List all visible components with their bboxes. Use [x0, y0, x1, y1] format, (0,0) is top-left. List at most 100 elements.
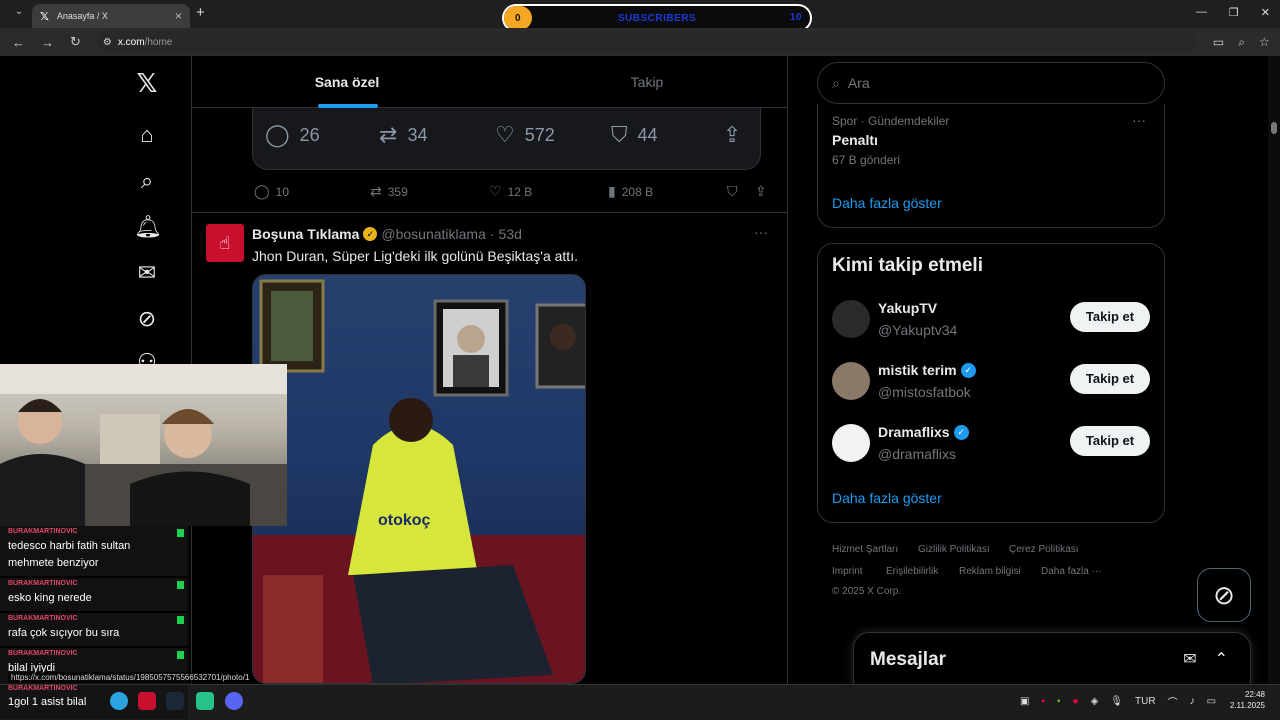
- trends-show-more-link[interactable]: Daha fazla göster: [832, 195, 942, 211]
- bookmark-icon: ⛉: [611, 122, 628, 147]
- tray-steam-icon[interactable]: ◈: [1091, 696, 1099, 707]
- search-input[interactable]: ⌕ Ara: [817, 62, 1165, 104]
- quoted-repost-count: 34: [407, 124, 428, 145]
- maximize-icon[interactable]: ❐: [1229, 6, 1239, 19]
- notifications-bell-icon[interactable]: 🔔︎: [134, 214, 162, 240]
- views-button[interactable]: ▮ 208 B: [608, 183, 653, 200]
- footer-link[interactable]: Imprint: [832, 566, 863, 577]
- post-photo[interactable]: otokoç: [252, 274, 586, 684]
- chat-text: rafa çok sıçıyor bu sıra: [8, 627, 120, 639]
- messages-drawer[interactable]: Mesajlar ✉ ⌃: [853, 632, 1251, 688]
- url-input[interactable]: ⚙ x.com/home: [96, 31, 1197, 53]
- close-window-icon[interactable]: ✕: [1261, 6, 1270, 19]
- post-author-avatar[interactable]: ☝: [206, 224, 244, 262]
- tab-title: Anasayfa / X: [56, 11, 108, 21]
- app-icon[interactable]: [138, 692, 156, 710]
- follow-show-more-link[interactable]: Daha fazla göster: [832, 490, 942, 506]
- footer-link[interactable]: Hizmet Şartları: [832, 544, 898, 555]
- follow-suggestion[interactable]: YakupTV @Yakuptv34 Takip et: [832, 300, 1150, 344]
- new-tab-button[interactable]: +: [196, 4, 205, 21]
- footer-more-link[interactable]: Daha fazla ···: [1041, 566, 1102, 577]
- bookmark-star-icon[interactable]: ☆: [1259, 35, 1270, 50]
- tab-search-icon[interactable]: ⌄: [10, 6, 28, 22]
- reload-icon[interactable]: ↻: [70, 34, 81, 50]
- account-handle: @Yakuptv34: [878, 322, 958, 338]
- trend-name[interactable]: Penaltı: [832, 132, 878, 148]
- discord-app-icon[interactable]: [225, 692, 243, 710]
- clock-time: 22:48: [1244, 690, 1265, 699]
- tray-app-icon[interactable]: ●: [1073, 696, 1079, 707]
- reply-count: 10: [275, 184, 290, 199]
- like-button[interactable]: ♡ 12 B: [489, 183, 532, 200]
- trend-more-icon[interactable]: ···: [1132, 112, 1146, 128]
- follow-suggestion[interactable]: Dramaflixs ✓ @dramaflixs Takip et: [832, 424, 1150, 468]
- footer-link[interactable]: Reklam bilgisi: [959, 566, 1021, 577]
- url-host: x.com: [117, 36, 145, 48]
- zoom-icon[interactable]: ⌕: [1238, 35, 1245, 50]
- footer-link[interactable]: Çerez Politikası: [1009, 544, 1078, 555]
- tab-for-you[interactable]: Sana özel: [272, 56, 422, 108]
- avatar[interactable]: [832, 300, 870, 338]
- minimize-icon[interactable]: —: [1196, 6, 1207, 19]
- forward-icon[interactable]: →: [41, 35, 54, 50]
- quoted-bookmark-button[interactable]: ⛉ 44: [611, 122, 658, 148]
- status-bar-url: https://x.com/bosunatiklama/status/19850…: [8, 672, 253, 683]
- tab-close-icon[interactable]: ×: [175, 9, 182, 23]
- footer-link[interactable]: Erişilebilirlik: [886, 566, 938, 577]
- tray-nvidia-icon[interactable]: ▪: [1057, 696, 1061, 707]
- follow-button[interactable]: Takip et: [1070, 364, 1150, 394]
- avatar[interactable]: [832, 362, 870, 400]
- tray-battery-icon[interactable]: ▭: [1207, 696, 1216, 707]
- tray-app-icon[interactable]: ▪: [1041, 696, 1045, 707]
- tray-app-icon[interactable]: ▣: [1020, 696, 1029, 707]
- quoted-like-button[interactable]: ♡ 572: [495, 122, 555, 148]
- back-icon[interactable]: ←: [12, 35, 25, 50]
- new-message-icon[interactable]: ✉: [1183, 649, 1196, 669]
- trend-post-count: 67 B gönderi: [832, 153, 901, 167]
- chat-username: BURAKMARTINOVIC: [8, 615, 78, 622]
- post-time[interactable]: 53d: [499, 226, 522, 242]
- browser-tab[interactable]: 𝕏 Anasayfa / X ×: [32, 4, 190, 28]
- quoted-share-button[interactable]: ⇪: [723, 122, 741, 148]
- messages-envelope-icon[interactable]: ✉: [134, 260, 160, 286]
- reply-button[interactable]: ◯ 10: [254, 183, 289, 200]
- app-icon[interactable]: [196, 692, 214, 710]
- x-logo-icon[interactable]: 𝕏: [134, 70, 160, 96]
- tray-wifi-icon[interactable]: ⌒: [1168, 694, 1178, 709]
- taskbar-clock[interactable]: 22:48 2.11.2025: [1230, 689, 1265, 711]
- repost-button[interactable]: ⇄ 359: [370, 183, 408, 200]
- who-to-follow-title: Kimi takip etmeli: [832, 255, 983, 276]
- tab-following[interactable]: Takip: [572, 56, 722, 108]
- svg-text:otokoç: otokoç: [378, 512, 431, 529]
- scrollbar[interactable]: [1268, 56, 1280, 684]
- explore-search-icon[interactable]: ⌕: [134, 168, 160, 194]
- share-button[interactable]: ⇪: [755, 183, 767, 200]
- quoted-repost-button[interactable]: ⇄ 34: [379, 122, 427, 148]
- post-author-handle[interactable]: @bosunatiklama: [381, 226, 486, 242]
- home-icon[interactable]: ⌂: [134, 122, 160, 148]
- tray-language[interactable]: TUR: [1135, 696, 1156, 707]
- quoted-reply-count: 26: [299, 124, 320, 145]
- post-author-name[interactable]: Boşuna Tıklama: [252, 226, 359, 242]
- steam-app-icon[interactable]: [166, 692, 184, 710]
- scrollbar-thumb[interactable]: [1271, 122, 1277, 134]
- follow-suggestion[interactable]: mistik terim ✓ @mistosfatbok Takip et: [832, 362, 1150, 406]
- expand-chevron-icon[interactable]: ⌃: [1215, 649, 1228, 669]
- bookmark-button[interactable]: ⛉: [727, 183, 738, 200]
- grok-floating-button[interactable]: ⊘: [1197, 568, 1251, 622]
- grok-icon[interactable]: ⊘: [134, 306, 160, 332]
- site-info-icon[interactable]: ⚙: [103, 37, 112, 48]
- cast-icon[interactable]: ▭: [1213, 35, 1224, 50]
- communities-icon[interactable]: ⚇: [134, 352, 160, 364]
- follow-button[interactable]: Takip et: [1070, 426, 1150, 456]
- tray-volume-icon[interactable]: ♪: [1190, 696, 1195, 707]
- footer-link[interactable]: Gizlilik Politikası: [918, 544, 990, 555]
- chrome-app-icon[interactable]: [110, 692, 128, 710]
- tray-mic-icon[interactable]: 🎙︎: [1110, 696, 1123, 707]
- chat-message: BURAKMARTINOVIC esko king nerede: [0, 578, 188, 611]
- chat-message: BURAKMARTINOVIC tedesco harbi fatih sult…: [0, 526, 188, 576]
- avatar[interactable]: [832, 424, 870, 462]
- follow-button[interactable]: Takip et: [1070, 302, 1150, 332]
- post-more-icon[interactable]: ···: [754, 224, 768, 240]
- quoted-reply-button[interactable]: ◯ 26: [265, 122, 320, 148]
